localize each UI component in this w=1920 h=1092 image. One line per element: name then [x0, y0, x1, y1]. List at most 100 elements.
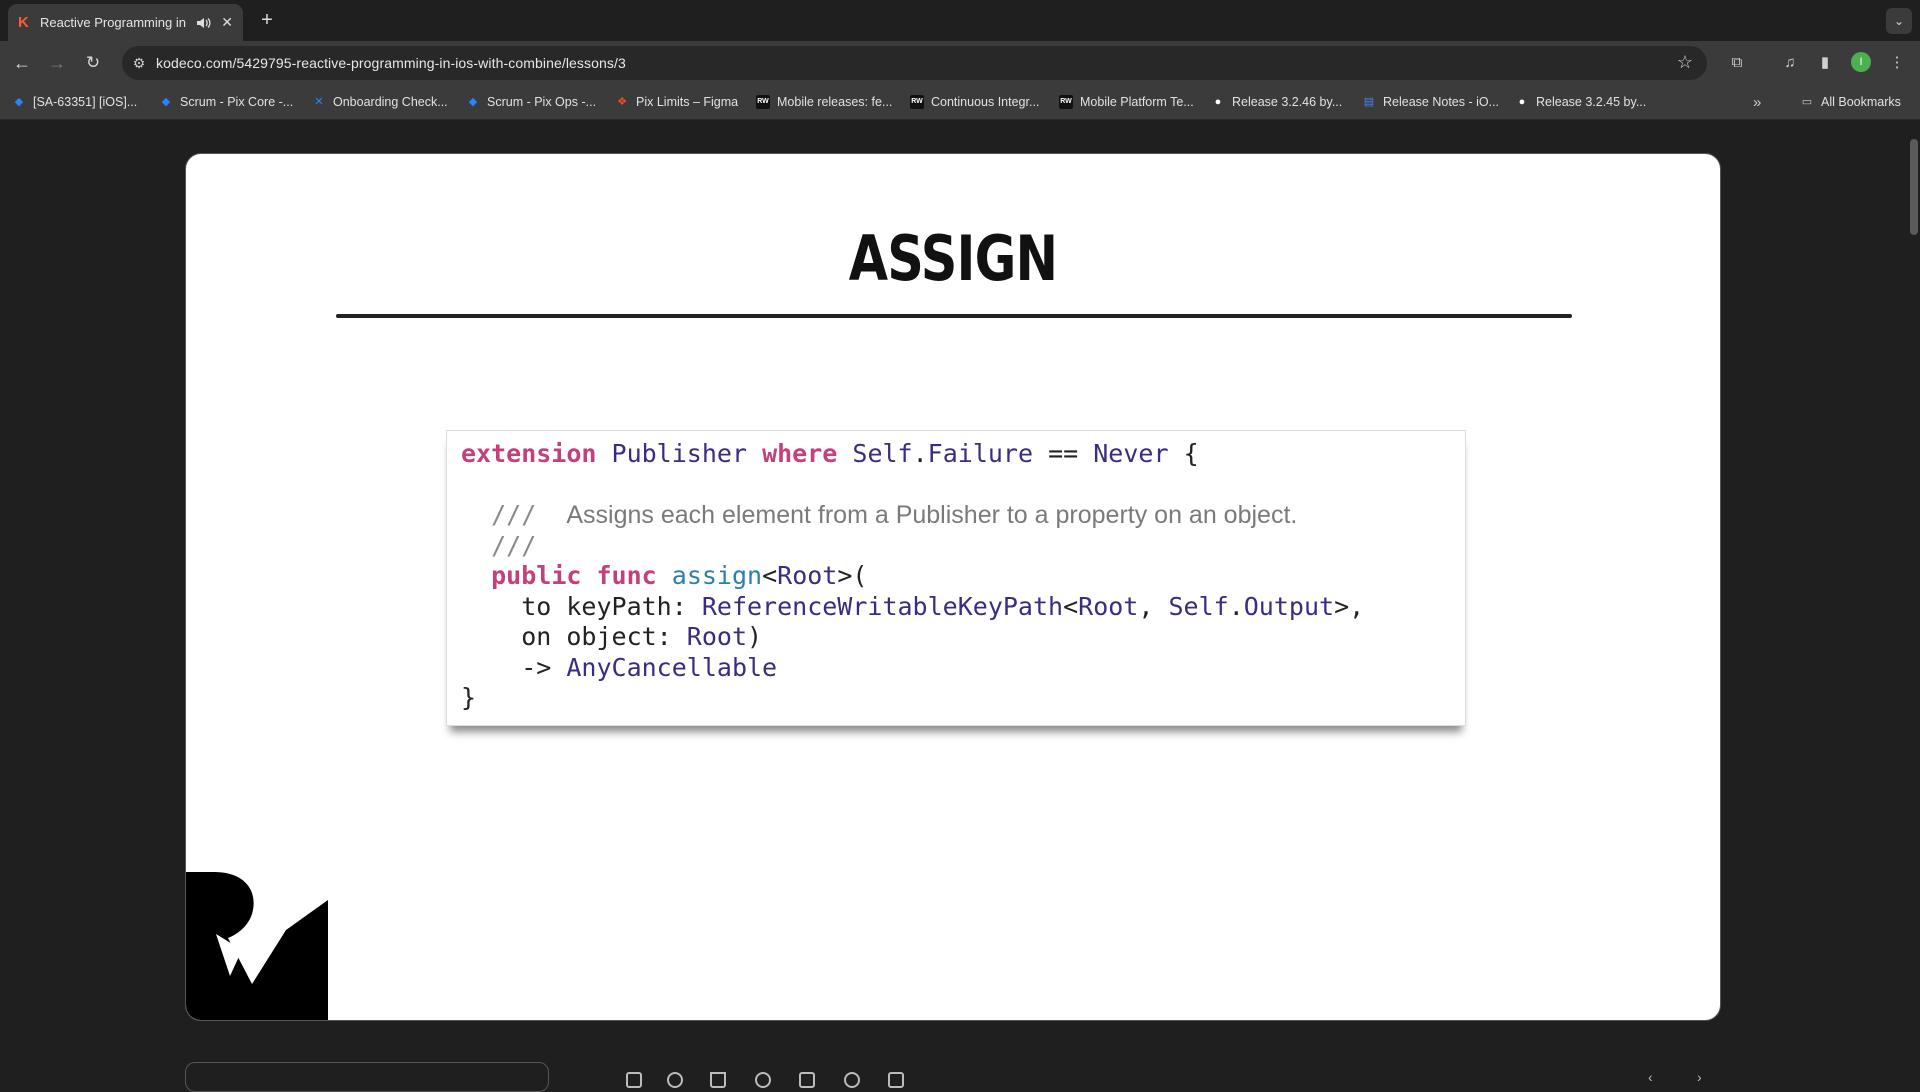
- profile-avatar[interactable]: I: [1851, 52, 1871, 72]
- bookmark-label: Mobile Platform Te...: [1080, 95, 1194, 109]
- bookmark-item[interactable]: ▤ Release Notes - iO...: [1362, 92, 1499, 112]
- all-bookmarks-label: All Bookmarks: [1821, 95, 1901, 109]
- code-type: Self: [852, 439, 913, 468]
- code-comment: ///: [491, 500, 537, 529]
- code-comment: ///: [491, 530, 537, 560]
- bookmarks-bar: ◆ [SA-63351] [iOS]... ◆ Scrum - Pix Core -…: [0, 84, 1920, 120]
- code-punct: }: [461, 683, 477, 712]
- speed-icon[interactable]: [667, 1072, 683, 1088]
- back-button[interactable]: ←: [8, 49, 36, 77]
- captions-icon[interactable]: [626, 1072, 642, 1088]
- kodeco-favicon-icon: K: [18, 13, 29, 31]
- code-type: Publisher: [611, 439, 747, 468]
- code-line: }: [461, 683, 1451, 714]
- extensions-icon[interactable]: ⧉: [1725, 51, 1749, 75]
- code-punct: >,: [1334, 591, 1365, 621]
- code-type: Never: [1093, 439, 1169, 468]
- video-slide[interactable]: ASSIGN extension Publisher where Self.Fa…: [185, 153, 1721, 1021]
- address-bar[interactable]: ⚙ kodeco.com/5429795-reactive-programmin…: [122, 46, 1707, 80]
- reload-button[interactable]: ↻: [79, 49, 107, 77]
- code-param: to keyPath:: [521, 591, 702, 621]
- bookmark-item[interactable]: ◆ Scrum - Pix Core -...: [159, 92, 293, 112]
- code-line: /// Assigns each element from a Publishe…: [461, 500, 1451, 531]
- settings-icon[interactable]: [844, 1072, 860, 1088]
- site-info-icon[interactable]: ⚙: [122, 55, 156, 72]
- bookmark-label: Continuous Integr...: [931, 95, 1040, 109]
- fullscreen-icon[interactable]: [888, 1072, 904, 1088]
- bookmark-item[interactable]: ❖ Pix Limits – Figma: [615, 92, 738, 112]
- github-icon: ●: [1214, 96, 1222, 108]
- audio-playing-icon[interactable]: [195, 15, 211, 31]
- notes-icon[interactable]: [710, 1072, 726, 1088]
- bookmark-star-icon[interactable]: ☆: [1677, 52, 1693, 73]
- bookmark-item[interactable]: ◆ Scrum - Pix Ops -...: [466, 92, 596, 112]
- slide-title: ASSIGN: [848, 222, 1058, 295]
- code-snippet: extension Publisher where Self.Failure =…: [446, 430, 1466, 726]
- rw-icon: RW: [756, 95, 770, 109]
- code-line: public func assign<Root>(: [491, 561, 868, 590]
- rw-icon: RW: [1059, 95, 1073, 109]
- bookmark-label: [SA-63351] [iOS]...: [33, 95, 138, 109]
- bookmark-label: Release Notes - iO...: [1383, 95, 1500, 109]
- bookmark-item[interactable]: ● Release 3.2.46 by...: [1211, 92, 1343, 112]
- code-type: Root: [1078, 591, 1139, 621]
- code-line: extension Publisher where Self.Failure =…: [461, 439, 1199, 468]
- code-line: ///: [461, 531, 1451, 562]
- code-punct: >(: [837, 561, 868, 590]
- bookmark-item[interactable]: ◆ [SA-63351] [iOS]...: [12, 92, 137, 112]
- code-function: assign: [671, 561, 763, 590]
- tab-search-button[interactable]: ⌄: [1886, 8, 1912, 34]
- new-tab-button[interactable]: +: [254, 8, 280, 34]
- all-bookmarks-button[interactable]: ▭ All Bookmarks: [1800, 92, 1901, 112]
- confluence-icon: ✕: [314, 96, 324, 108]
- next-lesson-icon[interactable]: ›: [1697, 1069, 1702, 1085]
- bookmark-label: Scrum - Pix Core -...: [180, 95, 294, 109]
- player-controls-box[interactable]: [185, 1062, 549, 1092]
- figma-icon: ❖: [617, 96, 627, 108]
- bookmark-label: Pix Limits – Figma: [636, 95, 739, 109]
- forward-button[interactable]: →: [43, 49, 71, 77]
- bookmark-item[interactable]: ✕ Onboarding Check...: [312, 92, 448, 112]
- github-icon: ●: [1518, 96, 1526, 108]
- bookmark-item[interactable]: ● Release 3.2.45 by...: [1515, 92, 1647, 112]
- rw-icon: RW: [910, 95, 924, 109]
- page-viewport: ASSIGN extension Publisher where Self.Fa…: [0, 121, 1920, 1092]
- side-panel-icon[interactable]: ▮: [1813, 51, 1837, 75]
- code-arrow: ->: [521, 652, 567, 682]
- bookmark-icon[interactable]: [755, 1072, 771, 1088]
- code-comment-text: Assigns each element from a Publisher to…: [566, 501, 1298, 529]
- bookmark-item[interactable]: RW Continuous Integr...: [910, 92, 1039, 112]
- url-text[interactable]: kodeco.com/5429795-reactive-programming-…: [156, 55, 626, 71]
- jira-icon: ◆: [468, 96, 478, 108]
- code-line: -> AnyCancellable: [461, 653, 1451, 684]
- code-operator: ==: [1033, 439, 1094, 468]
- tab-strip: K Reactive Programming in iOS with Combi…: [0, 0, 1920, 41]
- pip-icon[interactable]: [799, 1072, 815, 1088]
- code-keyword: func: [596, 561, 657, 590]
- code-type: ReferenceWritableKeyPath: [701, 591, 1064, 621]
- docs-icon: ▤: [1363, 96, 1375, 108]
- menu-kebab-icon[interactable]: ⋮: [1885, 51, 1909, 75]
- code-type: Failure: [927, 439, 1034, 468]
- previous-lesson-icon[interactable]: ‹: [1648, 1069, 1653, 1085]
- bookmark-label: Release 3.2.45 by...: [1536, 95, 1647, 109]
- more-bookmarks-chevron-icon[interactable]: »: [1753, 92, 1761, 112]
- rw-logo-icon: [186, 872, 328, 1020]
- bookmark-label: Mobile releases: fe...: [777, 95, 893, 109]
- browser-toolbar: ← → ↻ ⚙ kodeco.com/5429795-reactive-prog…: [0, 41, 1920, 84]
- media-controls-icon[interactable]: ♫: [1778, 51, 1802, 75]
- bookmark-item[interactable]: RW Mobile Platform Te...: [1059, 92, 1194, 112]
- scrollbar-thumb[interactable]: [1910, 139, 1918, 235]
- code-type: Root: [777, 561, 838, 590]
- jira-icon: ◆: [14, 96, 24, 108]
- code-keyword: where: [762, 439, 838, 468]
- bookmark-label: Onboarding Check...: [333, 95, 448, 109]
- bookmark-item[interactable]: RW Mobile releases: fe...: [756, 92, 892, 112]
- jira-icon: ◆: [161, 96, 171, 108]
- code-keyword: public: [491, 561, 582, 590]
- browser-tab[interactable]: K Reactive Programming in iOS with Combi…: [8, 4, 243, 41]
- close-tab-icon[interactable]: ✕: [221, 14, 233, 31]
- code-keyword: extension: [461, 439, 597, 468]
- code-type: Root: [686, 622, 748, 651]
